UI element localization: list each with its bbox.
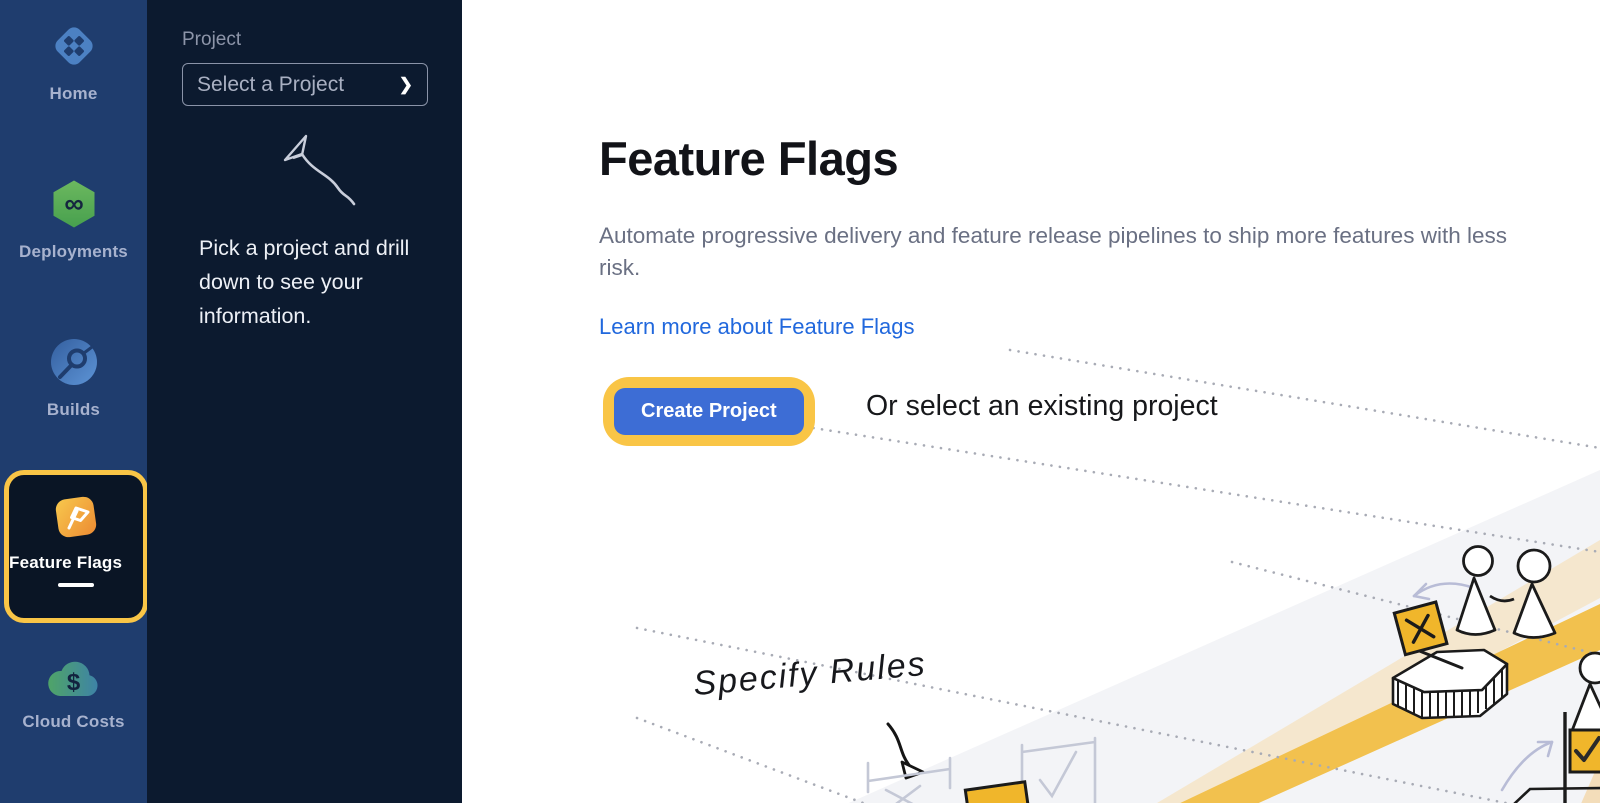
project-panel-hint: Pick a project and drill down to see you… [199,231,424,333]
arrow-doodle-icon [255,122,385,222]
learn-more-link[interactable]: Learn more about Feature Flags [599,312,921,344]
deployments-icon: ∞ [48,178,100,230]
svg-text:∞: ∞ [64,189,83,219]
main-content: Specify Rules Feature Flags Automate pro… [462,0,1600,803]
cloud-costs-icon: $ [45,654,103,700]
svg-text:$: $ [66,669,80,696]
create-project-highlight-ring: Create Project [603,377,815,446]
sidebar-item-label: Feature Flags [9,553,143,573]
active-module-indicator [58,583,94,587]
module-sidebar: Home ∞ Deployments Builds [0,0,147,803]
sidebar-item-builds[interactable]: Builds [0,336,147,420]
app-window: Home ∞ Deployments Builds [0,0,1600,803]
project-selector-value: Select a Project [197,73,344,97]
project-selector[interactable]: Select a Project ❯ [182,63,428,106]
project-panel: Project Select a Project ❯ Pick a projec… [147,0,462,803]
sidebar-item-deployments[interactable]: ∞ Deployments [0,178,147,262]
sidebar-item-home[interactable]: Home [0,20,147,104]
sidebar-item-label: Deployments [0,242,147,262]
create-project-button[interactable]: Create Project [614,388,804,435]
chevron-right-icon: ❯ [399,75,413,95]
builds-icon [48,336,100,388]
home-icon [48,20,100,72]
sidebar-item-label: Cloud Costs [0,712,147,732]
page-title: Feature Flags [599,131,898,186]
sidebar-item-label: Builds [0,400,147,420]
sidebar-item-feature-flags[interactable]: Feature Flags [4,470,148,623]
page-description: Automate progressive delivery and featur… [599,220,1549,283]
or-select-text: Or select an existing project [866,390,1218,423]
feature-flags-icon [50,491,102,543]
sidebar-item-label: Home [0,84,147,104]
project-panel-label: Project [182,29,241,51]
sidebar-item-cloud-costs[interactable]: $ Cloud Costs [0,654,147,732]
